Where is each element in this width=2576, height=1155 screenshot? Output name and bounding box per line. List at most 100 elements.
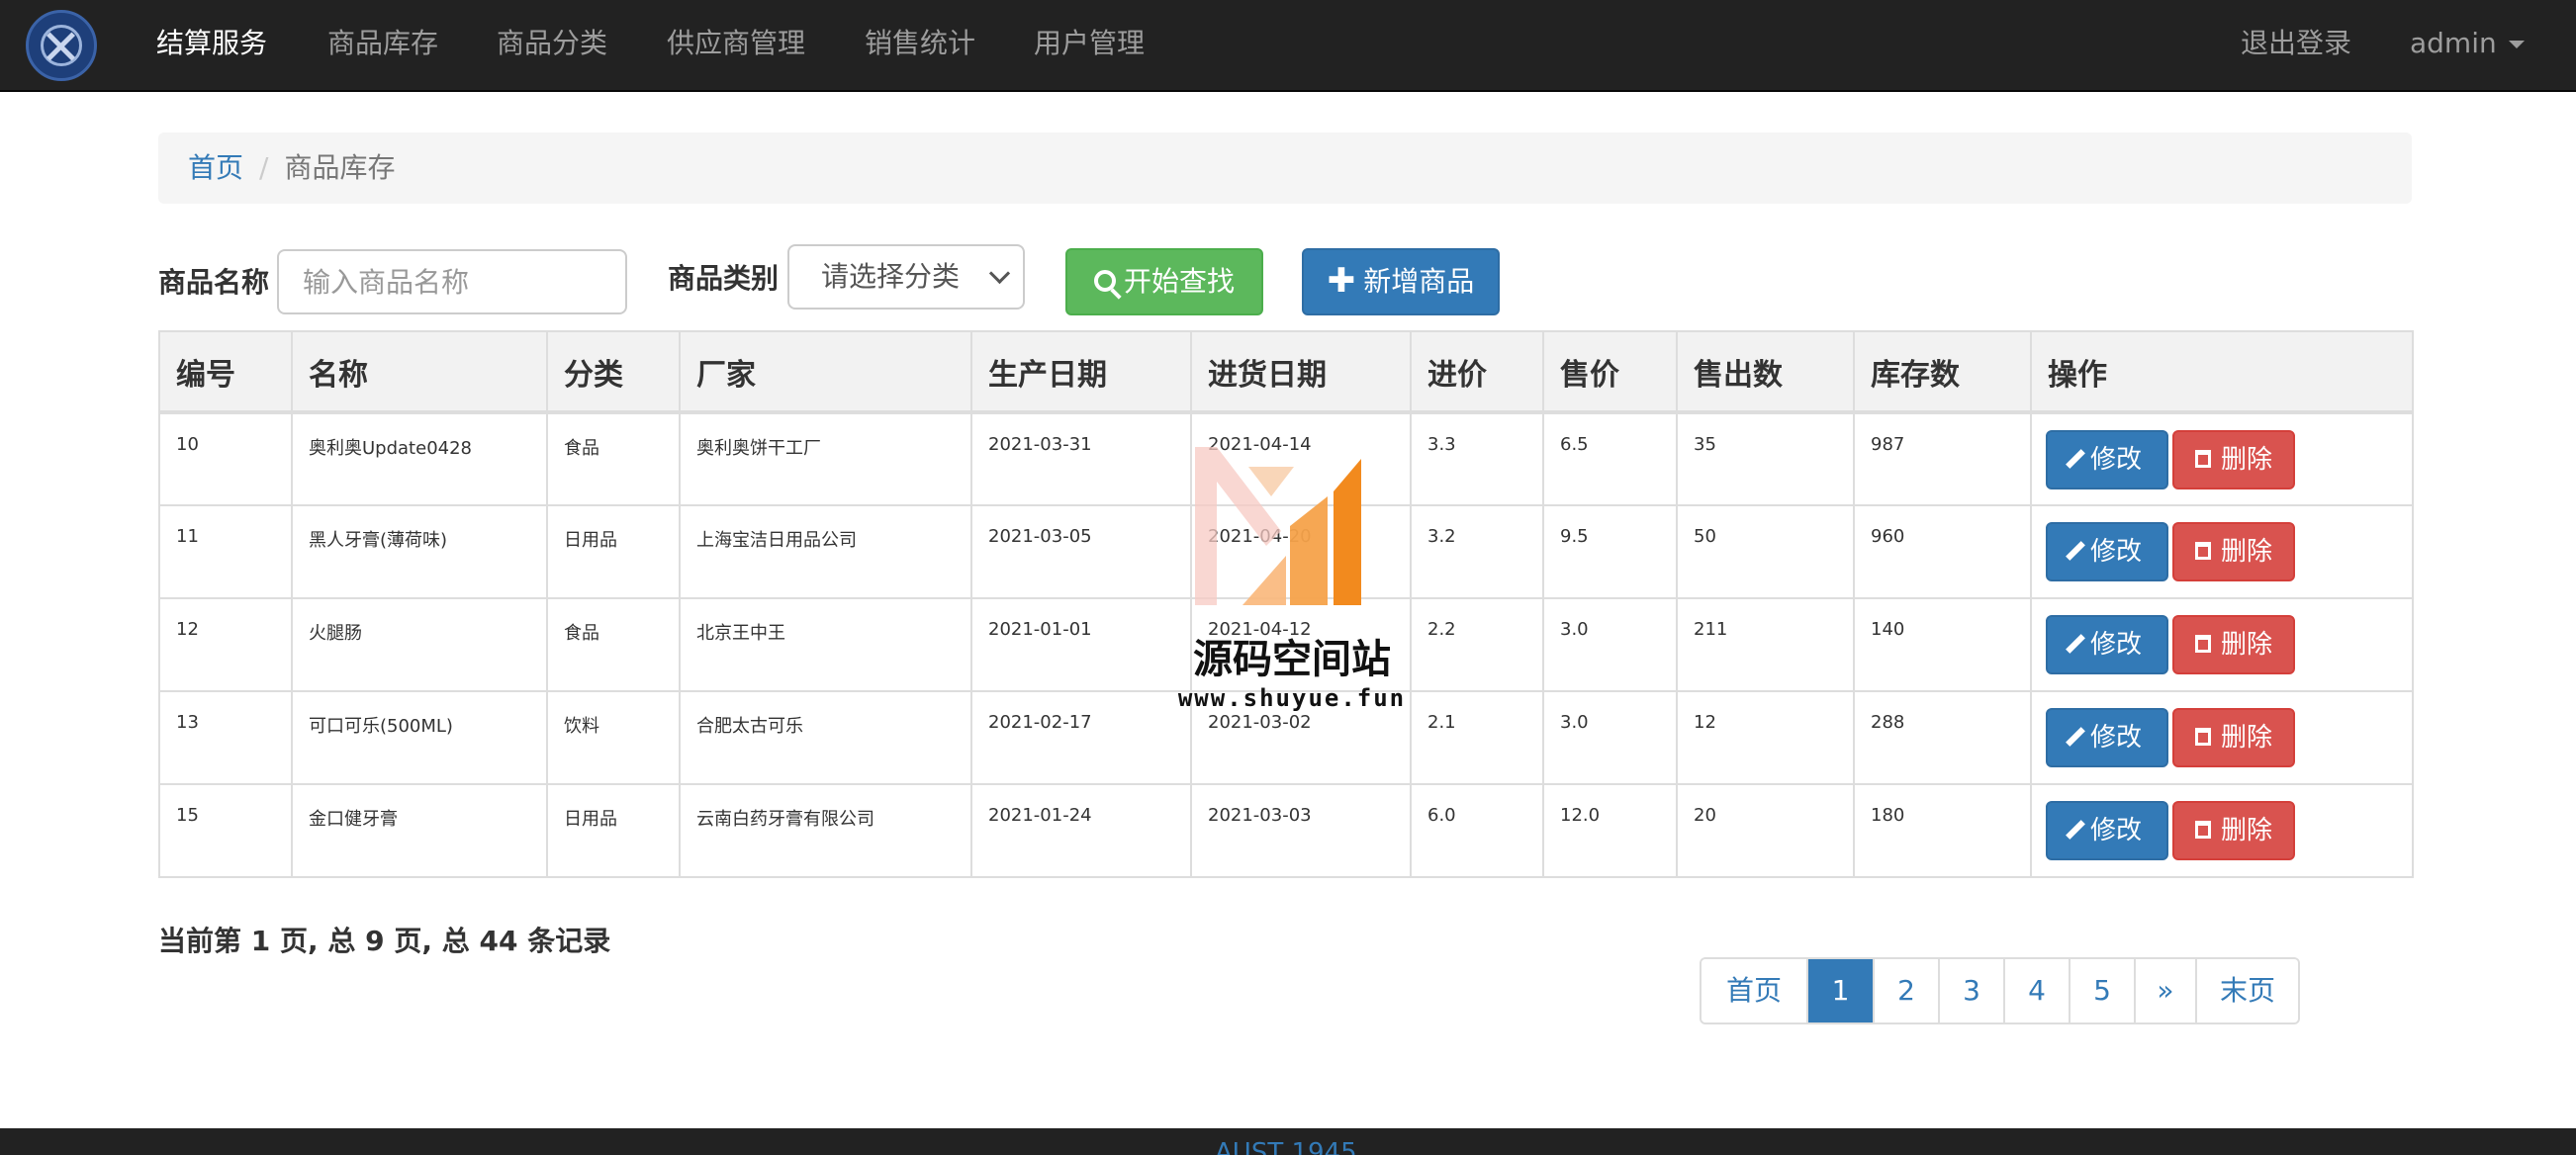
cell-cost-price: 6.0 [1410, 783, 1544, 878]
cell-category: 日用品 [546, 504, 681, 599]
column-header[interactable]: 售价 [1542, 330, 1678, 414]
breadcrumb-home-link[interactable]: 首页 [188, 151, 243, 184]
add-product-button[interactable]: ✚ 新增商品 [1302, 248, 1500, 315]
delete-button-label: 删除 [2220, 445, 2272, 475]
watermark-logo-icon [1195, 447, 1361, 605]
column-header[interactable]: 进货日期 [1190, 330, 1412, 414]
pagination: 首页 1 2 3 4 5 » 末页 [1700, 957, 2300, 1024]
column-header[interactable]: 名称 [291, 330, 548, 414]
watermark-bar [1248, 467, 1294, 496]
cell-cost-price: 3.2 [1410, 504, 1544, 599]
column-header[interactable]: 编号 [158, 330, 293, 414]
edit-button-label: 修改 [2089, 445, 2142, 475]
site-watermark: 源码空间站 www.shuyue.fun [1175, 437, 1409, 719]
cell-purchase-date: 2021-03-03 [1190, 783, 1412, 878]
delete-button-label: 删除 [2220, 816, 2272, 845]
edit-button[interactable]: 修改 [2046, 615, 2168, 674]
pagination-page-4[interactable]: 4 [2003, 959, 2069, 1022]
cell-actions: 修改 删除 [2030, 411, 2414, 506]
edit-button[interactable]: 修改 [2046, 522, 2168, 581]
page-footer: AUST 1945 [0, 1128, 2576, 1155]
nav-item-supplier[interactable]: 供应商管理 [667, 0, 805, 87]
user-menu[interactable]: admin [2410, 0, 2525, 87]
cell-category: 饮料 [546, 690, 681, 785]
product-name-input[interactable] [277, 249, 627, 314]
cell-manufacturer: 奥利奥饼干工厂 [679, 411, 972, 506]
delete-button-label: 删除 [2220, 630, 2272, 660]
trash-icon [2194, 820, 2211, 839]
watermark-url: www.shuyue.fun [1177, 684, 1407, 712]
cell-actions: 修改 删除 [2030, 504, 2414, 599]
trash-icon [2194, 634, 2211, 653]
pagination-page-3[interactable]: 3 [1938, 959, 2003, 1022]
watermark-bar [1217, 447, 1281, 546]
cell-actions: 修改 删除 [2030, 690, 2414, 785]
pagination-first[interactable]: 首页 [1702, 959, 1806, 1022]
pagination-page-2[interactable]: 2 [1873, 959, 1938, 1022]
column-header[interactable]: 生产日期 [970, 330, 1192, 414]
edit-button-label: 修改 [2089, 816, 2142, 845]
trash-icon [2194, 541, 2211, 560]
cell-sold-count: 12 [1676, 690, 1855, 785]
cell-category: 日用品 [546, 783, 681, 878]
search-button[interactable]: 开始查找 [1065, 248, 1263, 315]
edit-button[interactable]: 修改 [2046, 801, 2168, 860]
cell-stock-count: 987 [1853, 411, 2032, 506]
cell-id: 11 [158, 504, 293, 599]
delete-button-label: 删除 [2220, 537, 2272, 567]
cell-sale-price: 6.5 [1542, 411, 1678, 506]
navbar-brand[interactable]: 结算服务 [156, 0, 267, 87]
table-header-row: 编号 名称 分类 厂家 生产日期 进货日期 进价 售价 售出数 库存数 操作 [158, 330, 2414, 414]
pencil-icon [2066, 448, 2085, 469]
column-header[interactable]: 库存数 [1853, 330, 2032, 414]
delete-button[interactable]: 删除 [2172, 522, 2295, 581]
pagination-next[interactable]: » [2134, 959, 2195, 1022]
cell-name: 火腿肠 [291, 597, 548, 692]
cell-production-date: 2021-01-01 [970, 597, 1192, 692]
cell-manufacturer: 上海宝洁日用品公司 [679, 504, 972, 599]
delete-button[interactable]: 删除 [2172, 708, 2295, 767]
column-header[interactable]: 进价 [1410, 330, 1544, 414]
cell-sold-count: 50 [1676, 504, 1855, 599]
column-header[interactable]: 售出数 [1676, 330, 1855, 414]
pagination-last[interactable]: 末页 [2195, 959, 2298, 1022]
pagination-page-5[interactable]: 5 [2069, 959, 2134, 1022]
nav-item-sales-stats[interactable]: 销售统计 [865, 0, 975, 87]
trash-icon [2194, 727, 2211, 746]
cell-actions: 修改 删除 [2030, 783, 2414, 878]
delete-button[interactable]: 删除 [2172, 615, 2295, 674]
delete-button-label: 删除 [2220, 723, 2272, 753]
cell-name: 可口可乐(500ML) [291, 690, 548, 785]
cell-stock-count: 960 [1853, 504, 2032, 599]
edit-button-label: 修改 [2089, 723, 2142, 753]
user-name: admin [2410, 27, 2497, 59]
cell-category: 食品 [546, 411, 681, 506]
delete-button[interactable]: 删除 [2172, 430, 2295, 489]
nav-item-category[interactable]: 商品分类 [497, 0, 607, 87]
page-info-text: 当前第 1 页, 总 9 页, 总 44 条记录 [158, 925, 611, 957]
watermark-bar [1290, 496, 1328, 605]
logout-link[interactable]: 退出登录 [2241, 0, 2351, 87]
nav-item-user-management[interactable]: 用户管理 [1034, 0, 1145, 87]
pagination-page-1[interactable]: 1 [1806, 959, 1873, 1022]
edit-button-label: 修改 [2089, 630, 2142, 660]
cell-name: 金口健牙膏 [291, 783, 548, 878]
cell-stock-count: 180 [1853, 783, 2032, 878]
edit-button[interactable]: 修改 [2046, 708, 2168, 767]
chevron-down-icon [988, 262, 1011, 285]
cell-manufacturer: 北京王中王 [679, 597, 972, 692]
pencil-icon [2066, 819, 2085, 840]
delete-button[interactable]: 删除 [2172, 801, 2295, 860]
edit-button[interactable]: 修改 [2046, 430, 2168, 489]
column-header[interactable]: 分类 [546, 330, 681, 414]
cell-id: 10 [158, 411, 293, 506]
column-header[interactable]: 厂家 [679, 330, 972, 414]
cell-actions: 修改 删除 [2030, 597, 2414, 692]
category-select[interactable]: 请选择分类 [787, 244, 1025, 310]
cell-manufacturer: 合肥太古可乐 [679, 690, 972, 785]
pencil-icon [2066, 633, 2085, 654]
university-seal-icon[interactable] [26, 10, 97, 81]
cell-sold-count: 20 [1676, 783, 1855, 878]
nav-item-inventory[interactable]: 商品库存 [327, 0, 438, 87]
cell-production-date: 2021-02-17 [970, 690, 1192, 785]
